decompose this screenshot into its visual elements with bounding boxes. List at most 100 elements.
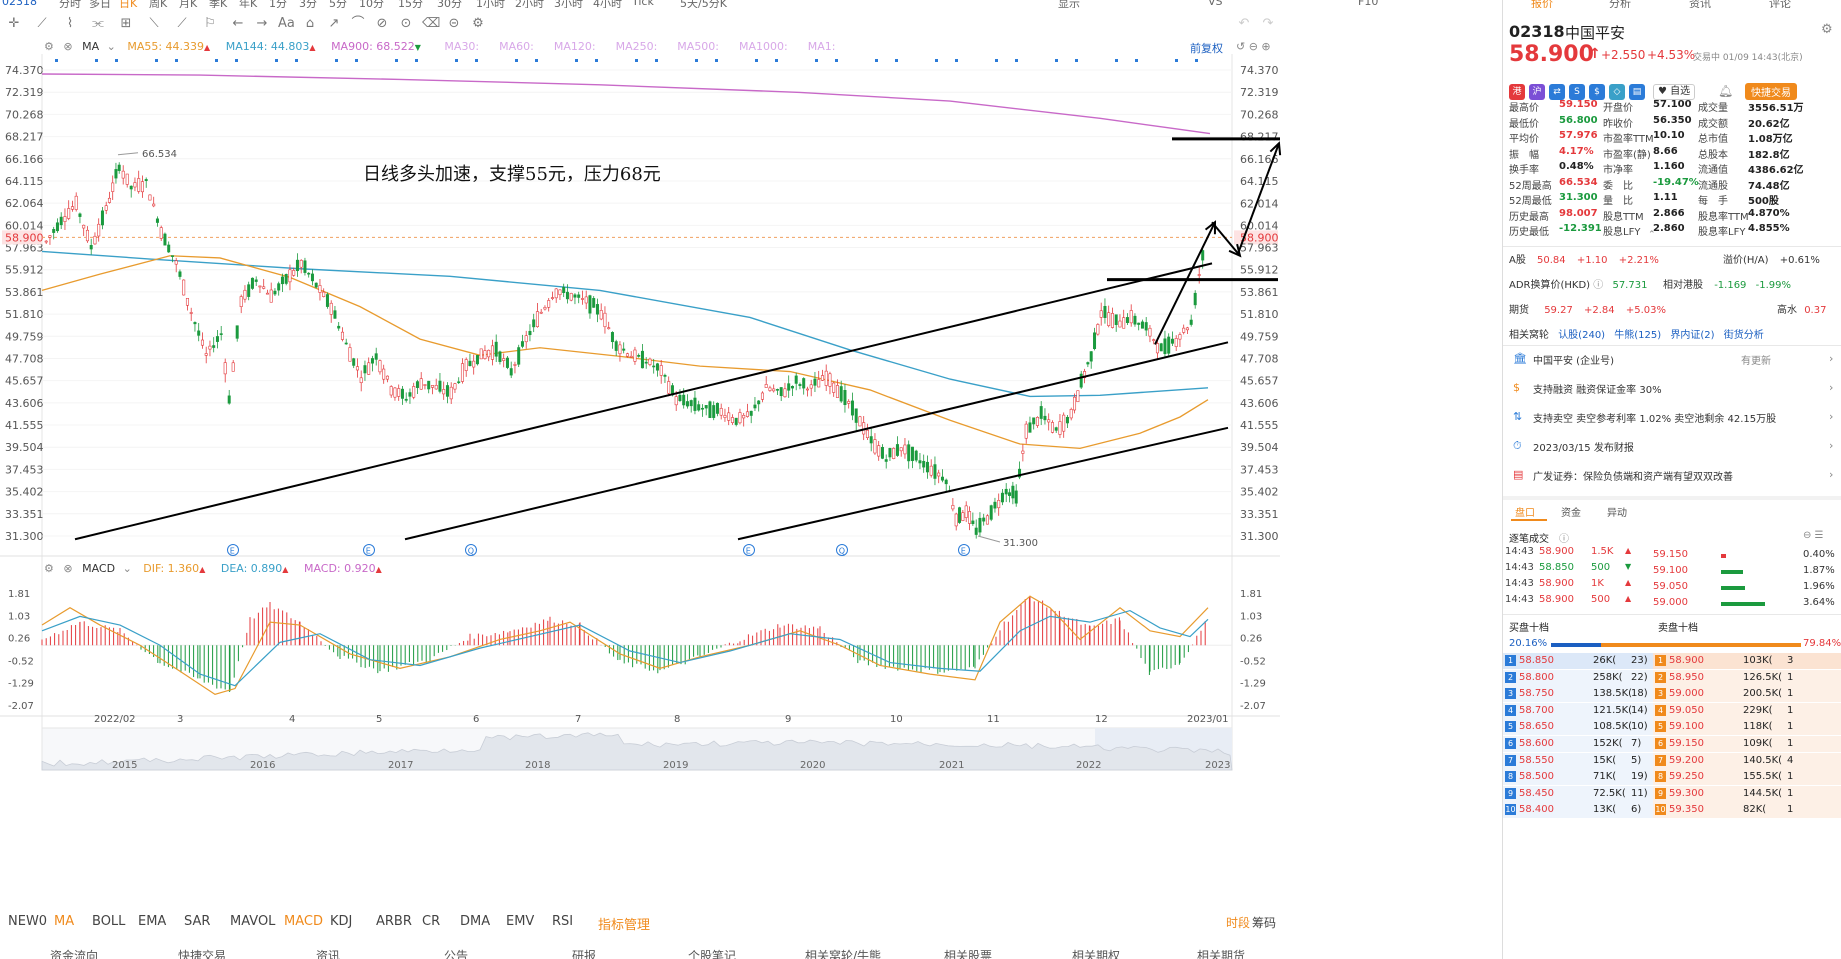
ma-inactive-label[interactable]: MA30: [444, 40, 479, 53]
bid-price[interactable]: 58.500 [1519, 771, 1554, 782]
ma-inactive-label[interactable]: MA250: [616, 40, 658, 53]
ask-price[interactable]: 59.300 [1669, 788, 1704, 799]
ask-price[interactable]: 59.250 [1669, 771, 1704, 782]
period-tab[interactable]: 1分 [269, 0, 287, 8]
period-tab[interactable]: 3分 [299, 0, 317, 8]
ask-price[interactable]: 59.100 [1669, 721, 1704, 732]
a-share-row[interactable]: A股 50.84 +1.10 +2.21% [1509, 251, 1659, 266]
top-right-tab[interactable]: VS [1208, 0, 1223, 8]
indicator-tab[interactable]: RSI [552, 914, 573, 929]
bottom-tab[interactable]: 相关期权 [1072, 947, 1120, 959]
sh-connect-icon[interactable]: 沪 [1529, 84, 1545, 100]
arc-icon[interactable]: ⌒ [350, 16, 366, 32]
futures-row[interactable]: 期货 59.27 +2.84 +5.03% [1509, 301, 1666, 316]
crosshair-icon[interactable]: ✛ [6, 16, 22, 32]
adr-row[interactable]: ADR换算价(HKD) ⓘ 57.731 [1509, 276, 1647, 291]
text-icon[interactable]: Aa [278, 16, 295, 32]
close-icon[interactable]: ⊗ [63, 562, 72, 575]
session-tab[interactable]: 时段 [1226, 914, 1250, 931]
indicator-tab[interactable]: 指标管理 [598, 914, 650, 933]
fuquan-label[interactable]: 前复权 [1190, 40, 1223, 56]
panel-tab[interactable]: 评论 [1769, 0, 1791, 8]
ray-icon[interactable]: ⟍ [146, 16, 162, 32]
info-icon[interactable]: ⓘ [1593, 280, 1606, 291]
bid-price[interactable]: 58.550 [1519, 755, 1554, 766]
shape-icon[interactable]: ⌂ [302, 16, 318, 32]
bottom-tab[interactable]: 资讯 [316, 947, 340, 959]
redo-arrow-icon[interactable]: → [254, 16, 270, 32]
info-row-text[interactable]: 支持卖空 卖空参考利率 1.02% 卖空池剩余 42.15万股 [1533, 410, 1776, 425]
period-tab[interactable]: 30分 [437, 0, 462, 8]
fib-icon[interactable]: ⌇ [62, 16, 78, 32]
indicator-tab[interactable]: DMA [460, 914, 490, 929]
info-row-text[interactable]: 支持融资 融资保证金率 30% [1533, 381, 1662, 396]
orderbook-tab[interactable]: 盘口 [1515, 504, 1535, 519]
chevron-down-icon[interactable]: ⌄ [107, 40, 116, 53]
period-tab[interactable]: 5分 [329, 0, 347, 8]
ask-price[interactable]: 58.900 [1669, 655, 1704, 666]
ma-inactive-label[interactable]: MA60: [499, 40, 534, 53]
period-tab[interactable]: 15分 [398, 0, 423, 8]
bid-price[interactable]: 58.650 [1519, 721, 1554, 732]
kline-chart[interactable]: 74.37072.31970.26868.21766.16664.11562.0… [0, 40, 1500, 920]
trend-icon[interactable]: ⟋ [174, 16, 190, 32]
indicator-tab[interactable]: KDJ [330, 914, 352, 929]
chart-annotation[interactable]: 日线多头加速，支撑55元，压力68元 [363, 160, 661, 186]
period-tab[interactable]: 10分 [359, 0, 384, 8]
indicator-tab[interactable]: BOLL [92, 914, 125, 929]
top-right-tab[interactable]: 显示 [1058, 0, 1080, 8]
period-tab[interactable]: 5天/5分K [680, 0, 727, 8]
erase-icon[interactable]: ⌫ [422, 16, 440, 32]
inline-warrant-link[interactable]: 界内证(2) [1670, 330, 1714, 341]
period-tab[interactable]: 日K [119, 0, 137, 8]
call-warrant-link[interactable]: 认股(240) [1558, 330, 1605, 341]
period-tab[interactable]: 4小时 [593, 0, 622, 8]
chevron-right-icon[interactable]: › [1829, 468, 1833, 481]
indicator-tab[interactable]: CR [422, 914, 440, 929]
ask-price[interactable]: 58.950 [1669, 672, 1704, 683]
bottom-tab[interactable]: 相关窝轮/牛熊 [805, 947, 881, 959]
ask-price[interactable]: 59.150 [1669, 738, 1704, 749]
indicator-tab[interactable]: MAVOL [230, 914, 275, 929]
top-right-tab[interactable]: F10 [1358, 0, 1378, 8]
ask-price[interactable]: 59.200 [1669, 755, 1704, 766]
target-icon[interactable]: ⊙ [398, 16, 414, 32]
delete-icon[interactable]: ⊘ [374, 16, 390, 32]
channel-icon[interactable]: ⫘ [90, 16, 106, 32]
macd-label[interactable]: MACD [82, 562, 115, 575]
period-tab[interactable]: Tick [632, 0, 654, 8]
bid-price[interactable]: 58.400 [1519, 804, 1554, 815]
street-analysis-link[interactable]: 街货分析 [1724, 330, 1764, 341]
chevron-up-icon[interactable]: ⌃ [1648, 230, 1656, 240]
undo-arrow-icon[interactable]: ← [230, 16, 246, 32]
undo-icon[interactable]: ↶ [1236, 16, 1252, 32]
ask-price[interactable]: 59.000 [1669, 688, 1704, 699]
ma-inactive-label[interactable]: MA500: [677, 40, 719, 53]
period-tab[interactable]: 02318 [2, 0, 37, 8]
bottom-tab[interactable]: 相关期货 [1197, 947, 1245, 959]
quick-trade-button[interactable]: 快捷交易 [1745, 83, 1797, 100]
chip-tab[interactable]: 筹码 [1252, 914, 1276, 931]
bottom-tab[interactable]: 个股笔记 [688, 947, 736, 959]
period-tab[interactable]: 季K [209, 0, 227, 8]
gear-icon[interactable]: ⚙ [44, 40, 54, 53]
period-tab[interactable]: 年K [239, 0, 257, 8]
flag-icon[interactable]: ⚐ [202, 16, 218, 32]
chevron-right-icon[interactable]: › [1829, 410, 1833, 423]
indicator-tab[interactable]: EMV [506, 914, 534, 929]
exchange-icon[interactable]: ⇄ [1549, 84, 1565, 100]
indicator-tab[interactable]: EMA [138, 914, 166, 929]
bottom-tab[interactable]: 公告 [444, 947, 468, 959]
gear-icon[interactable]: ⚙ [44, 562, 54, 575]
ma-inactive-label[interactable]: MA120: [554, 40, 596, 53]
bull-bear-link[interactable]: 牛熊(125) [1614, 330, 1661, 341]
dollar-icon[interactable]: $ [1589, 84, 1605, 100]
favorite-button[interactable]: ♥ 自选 [1653, 84, 1696, 100]
bottom-tab[interactable]: 相关股票 [944, 947, 992, 959]
bottom-tab[interactable]: 快捷交易 [178, 947, 226, 959]
indicator-tab[interactable]: MA [54, 914, 74, 929]
info-icon[interactable]: ⓘ [1559, 530, 1569, 545]
bid-price[interactable]: 58.800 [1519, 672, 1554, 683]
bid-price[interactable]: 58.450 [1519, 788, 1554, 799]
hide-icon[interactable]: ⊝ [446, 16, 462, 32]
